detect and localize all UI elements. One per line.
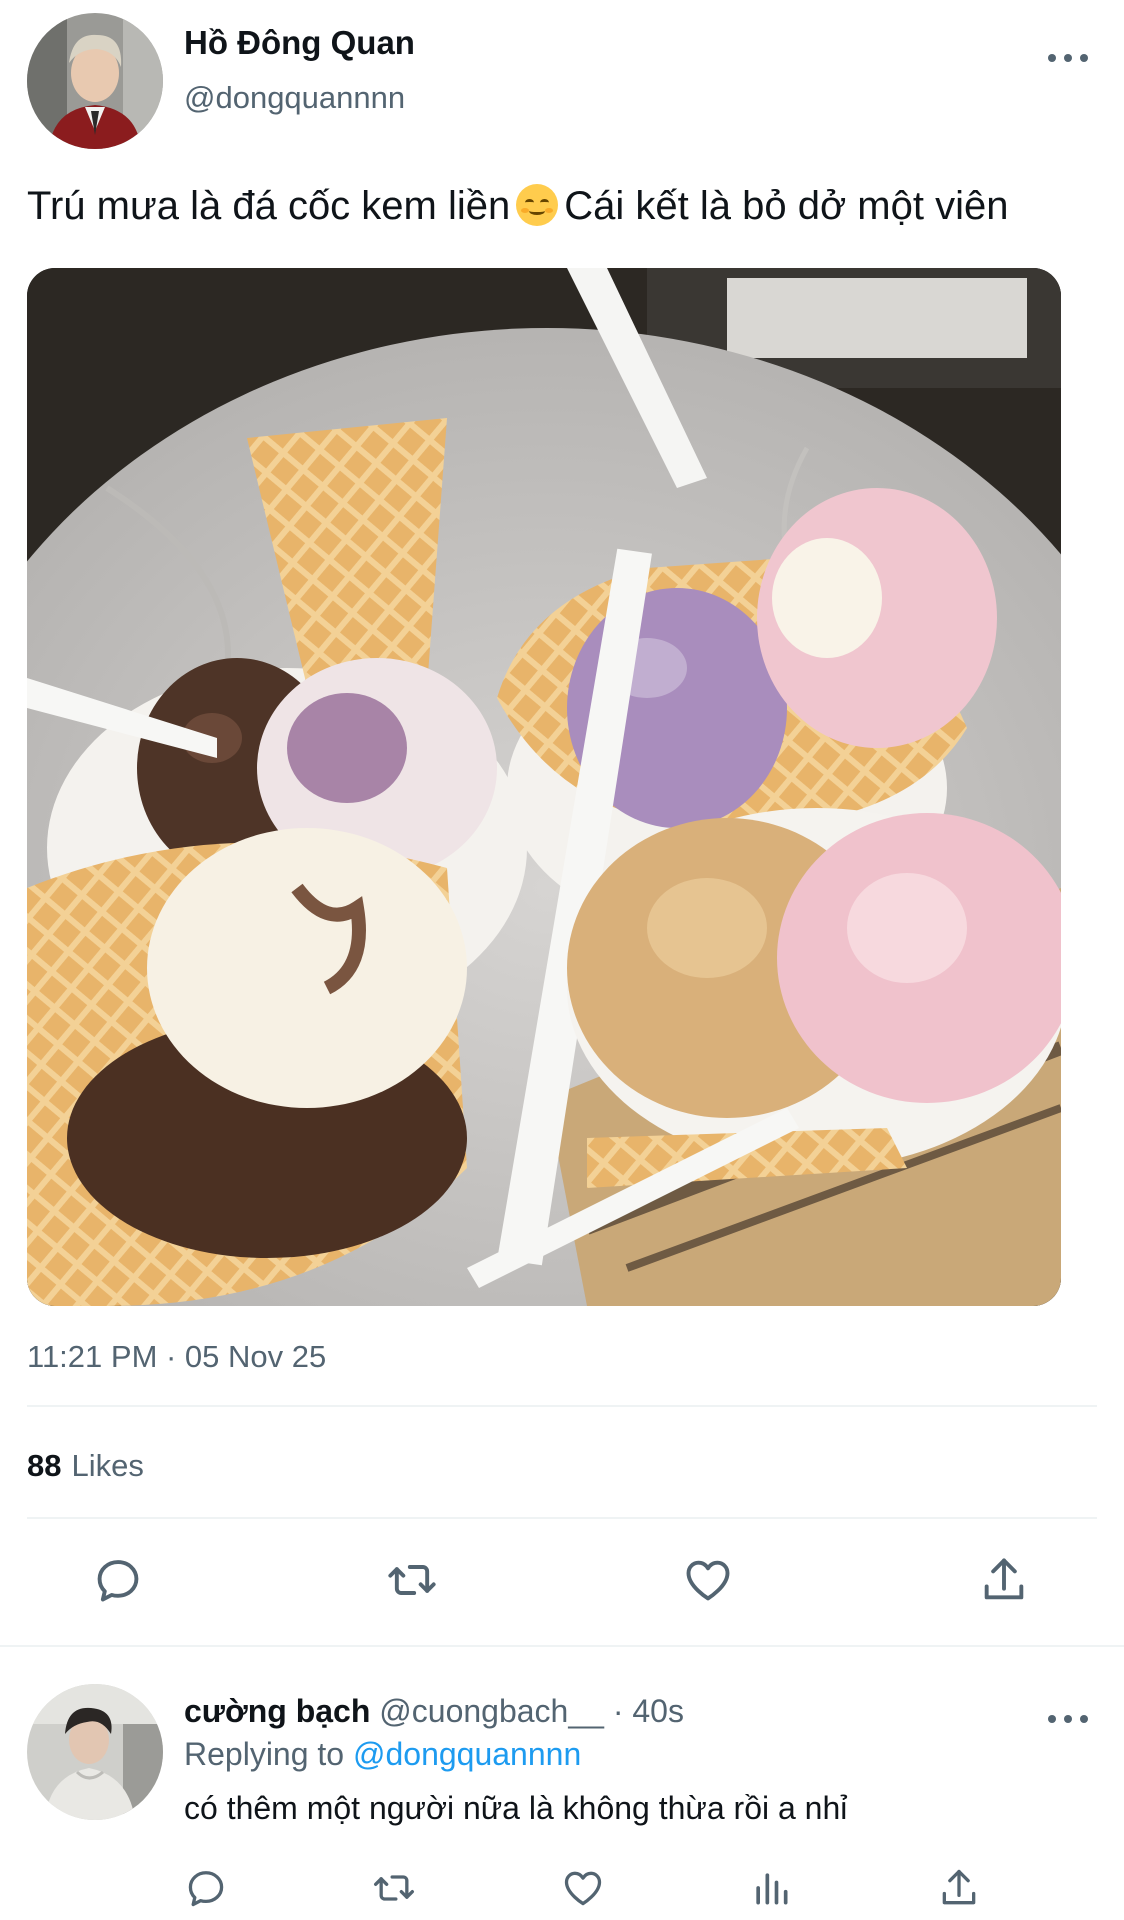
more-options-icon[interactable] xyxy=(1048,50,1088,66)
reply-author-avatar[interactable] xyxy=(27,1684,163,1820)
author-handle[interactable]: @dongquannnn xyxy=(184,80,405,116)
relieved-face-emoji xyxy=(516,184,559,226)
divider xyxy=(27,1517,1097,1519)
reply-time[interactable]: 40s xyxy=(632,1693,684,1729)
divider xyxy=(27,1405,1097,1407)
reply-share-icon[interactable] xyxy=(937,1866,981,1910)
reply-author-handle[interactable]: @cuongbach__ xyxy=(379,1693,604,1729)
like-icon[interactable] xyxy=(682,1554,734,1606)
reply-author-name[interactable]: cường bạch xyxy=(184,1693,370,1729)
reply-more-options-icon[interactable] xyxy=(1048,1711,1088,1727)
likes-number: 88 xyxy=(27,1448,62,1483)
reply-analytics-icon[interactable] xyxy=(749,1866,793,1910)
reply-header: cường bạch @cuongbach__ · 40s xyxy=(184,1693,684,1730)
replying-to-label: Replying to xyxy=(184,1736,345,1772)
tweet-text: Trú mưa là đá cốc kem liền Cái kết là bỏ … xyxy=(27,180,1107,232)
tweet-timestamp[interactable]: 11:21 PM · 05 Nov 25 xyxy=(27,1339,326,1375)
reply-retweet-icon[interactable] xyxy=(372,1866,416,1910)
retweet-icon[interactable] xyxy=(386,1554,438,1606)
share-icon[interactable] xyxy=(978,1554,1030,1606)
reply-reply-icon[interactable] xyxy=(184,1866,228,1910)
replying-to-line: Replying to @dongquannnn xyxy=(184,1736,581,1773)
author-display-name[interactable]: Hồ Đông Quan xyxy=(184,24,415,62)
tweet-detail-page: Hồ Đông Quan @dongquannnn Trú mưa là đá … xyxy=(0,0,1124,1920)
author-avatar[interactable] xyxy=(27,13,163,149)
reply-like-icon[interactable] xyxy=(561,1866,605,1910)
tweet-photo[interactable] xyxy=(27,268,1061,1306)
reply-text: có thêm một người nữa là không thừa rồi … xyxy=(184,1790,848,1826)
tweet-text-part-2: Cái kết là bỏ dở một viên xyxy=(564,184,1009,228)
likes-count[interactable]: 88 Likes xyxy=(27,1448,144,1484)
reply-separator: · xyxy=(612,1693,624,1729)
reply-icon[interactable] xyxy=(92,1554,144,1606)
likes-label: Likes xyxy=(71,1448,144,1483)
replying-to-mention[interactable]: @dongquannnn xyxy=(353,1736,581,1772)
tweet-text-part-1: Trú mưa là đá cốc kem liền xyxy=(27,184,511,228)
divider xyxy=(0,1645,1124,1647)
